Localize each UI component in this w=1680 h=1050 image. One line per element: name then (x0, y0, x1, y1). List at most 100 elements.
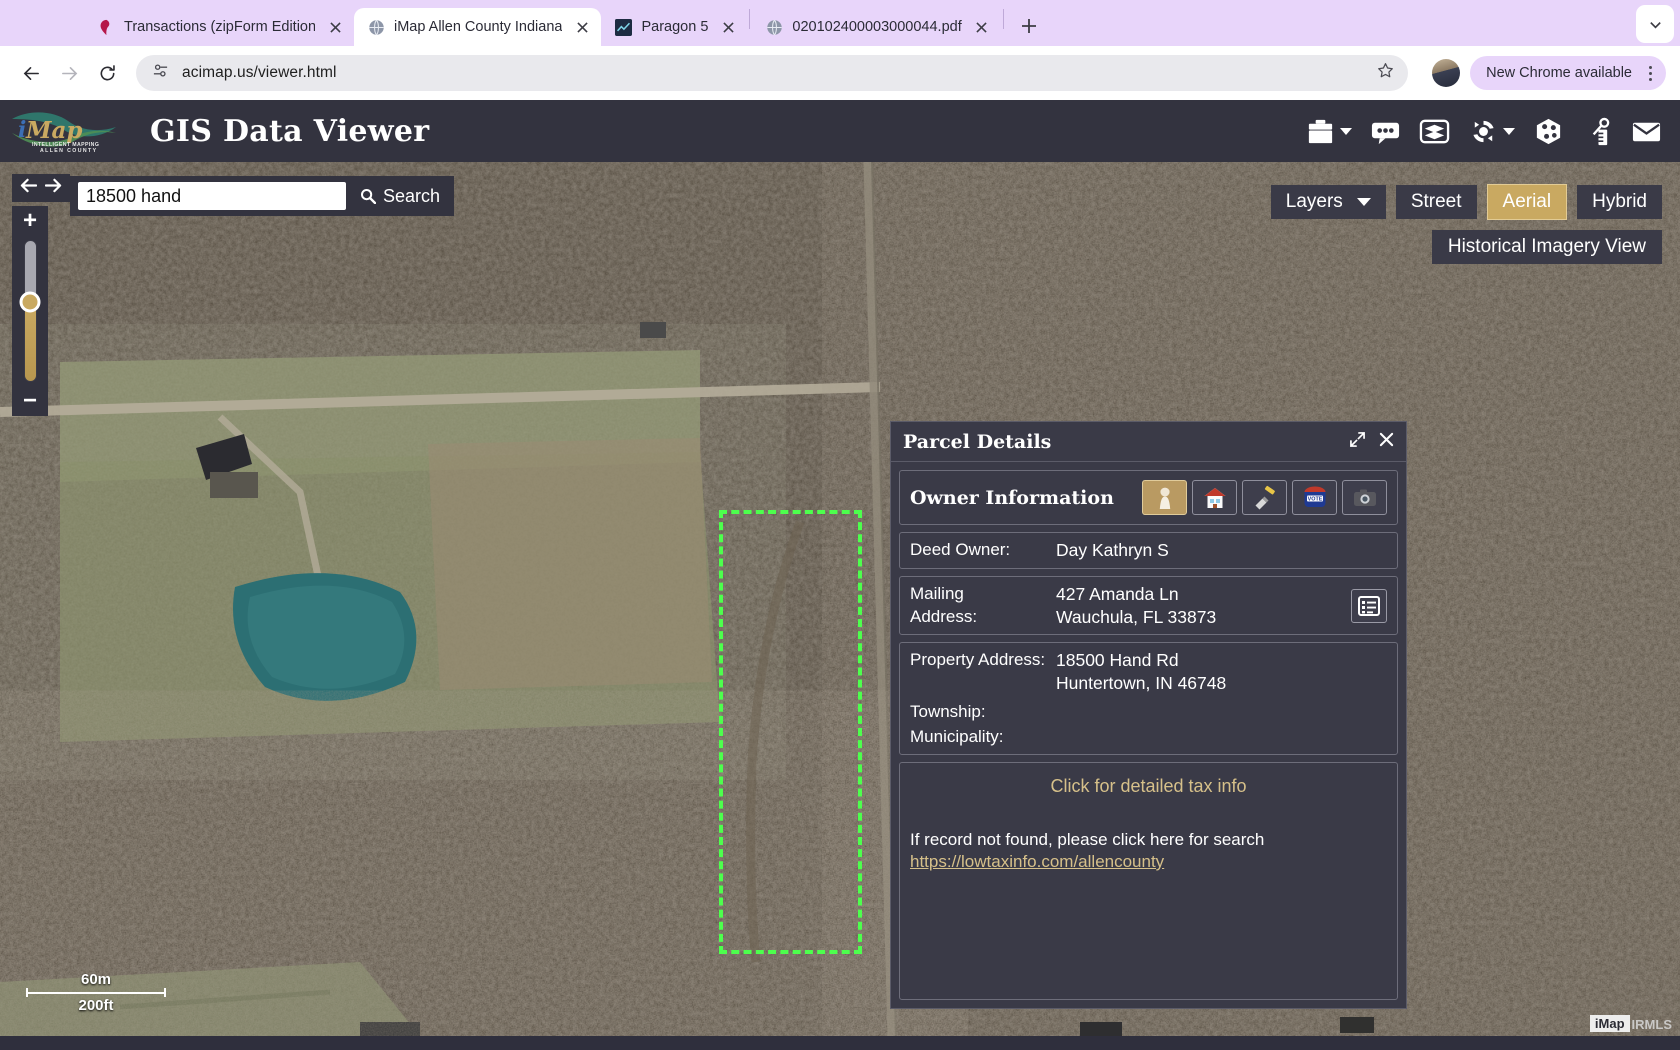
municipality-label: Municipality: (910, 726, 1056, 748)
map-navigation-controls: + − (12, 174, 70, 416)
imap-logo: i Map INTELLIGENT MAPPING ALLEN COUNTY (10, 107, 130, 155)
omnibox-row: acimap.us/viewer.html New Chrome availab… (0, 46, 1680, 100)
zoom-in-button[interactable]: + (12, 206, 48, 236)
owner-information-section: Owner Information VOTE (899, 470, 1398, 525)
chart-icon (615, 19, 632, 36)
chrome-update-button[interactable]: New Chrome available (1470, 56, 1666, 90)
sold-tab-button[interactable] (1242, 480, 1287, 515)
mailing-list-button[interactable] (1351, 589, 1387, 623)
tab-close-icon[interactable] (324, 16, 346, 38)
sync-button[interactable] (1468, 116, 1515, 147)
reload-button[interactable] (90, 56, 124, 90)
back-button[interactable] (14, 56, 48, 90)
panel-expand-button[interactable] (1350, 432, 1365, 452)
browser-tab-transactions[interactable]: Transactions (zipForm Edition (84, 8, 354, 46)
voting-tab-button[interactable]: VOTE (1292, 480, 1337, 515)
mailing-label-line2: Address: (910, 606, 1056, 628)
layers-button[interactable] (1419, 116, 1450, 147)
search-icon (360, 188, 376, 204)
property-address-value: 18500 Hand Rd Huntertown, IN 46748 (1056, 649, 1226, 695)
basemap-hybrid-button[interactable]: Hybrid (1577, 185, 1662, 219)
mailing-label-line1: Mailing (910, 583, 1056, 605)
photo-tab-button[interactable] (1342, 480, 1387, 515)
panel-header: Parcel Details (891, 422, 1406, 462)
zoom-control[interactable]: + − (12, 206, 48, 416)
pan-back-button[interactable] (20, 178, 37, 198)
forward-arrow-icon (60, 64, 79, 83)
search-input[interactable] (78, 182, 346, 210)
lowtaxinfo-link[interactable]: https://lowtaxinfo.com/allencounty (910, 852, 1164, 871)
window-list-button[interactable] (1636, 5, 1674, 43)
property-address-label: Property Address: (910, 649, 1056, 671)
layers-label: Layers (1286, 191, 1343, 213)
app-header: i Map INTELLIGENT MAPPING ALLEN COUNTY G… (0, 100, 1680, 162)
layers-dropdown-button[interactable]: Layers (1271, 185, 1386, 219)
chat-button[interactable] (1370, 116, 1401, 147)
map-viewport[interactable]: + − Search Layers Street Aerial Hybrid H… (0, 162, 1680, 1036)
parcel-details-panel: Parcel Details Owner Information (890, 421, 1407, 1009)
mailing-list-icon (1357, 594, 1381, 618)
township-label: Township: (910, 701, 1056, 723)
address-bar[interactable]: acimap.us/viewer.html (136, 55, 1408, 91)
tab-close-icon[interactable] (717, 16, 739, 38)
detailed-tax-info-link[interactable]: Click for detailed tax info (910, 776, 1387, 797)
forward-button[interactable] (52, 56, 86, 90)
zipform-icon (98, 19, 115, 36)
panel-body: Owner Information VOTE (891, 462, 1406, 1008)
site-settings-icon[interactable] (152, 62, 169, 84)
municipality-row: Municipality: (910, 726, 1387, 748)
pan-forward-button[interactable] (45, 178, 62, 198)
layers-icon (1419, 116, 1450, 147)
basemap-aerial-button[interactable]: Aerial (1487, 184, 1568, 220)
tab-close-icon[interactable] (971, 16, 993, 38)
historical-imagery-button[interactable]: Historical Imagery View (1432, 230, 1662, 264)
mail-button[interactable] (1631, 116, 1662, 147)
measure-button[interactable] (1582, 116, 1613, 147)
chevron-down-icon (1357, 198, 1371, 206)
browser-tab-paragon[interactable]: Paragon 5 (601, 8, 747, 46)
property-tab-button[interactable] (1192, 480, 1237, 515)
network-nodes-icon (1533, 116, 1564, 147)
new-tab-button[interactable] (1014, 11, 1044, 41)
profile-avatar[interactable] (1432, 59, 1460, 87)
township-row: Township: (910, 701, 1387, 723)
zoom-out-button[interactable]: − (12, 386, 48, 416)
envelope-icon (1631, 116, 1662, 147)
browser-tab-imap[interactable]: iMap Allen County Indiana (354, 8, 601, 46)
globe-icon (368, 19, 385, 36)
expand-arrows-icon (1350, 432, 1365, 447)
close-icon (1379, 432, 1394, 447)
property-info-section: Property Address: 18500 Hand Rd Hunterto… (899, 642, 1398, 755)
vote-badge-icon: VOTE (1302, 485, 1328, 511)
panel-close-button[interactable] (1379, 432, 1394, 452)
browser-tab-pdf[interactable]: 020102400003000044.pdf (752, 8, 1000, 46)
person-icon (1152, 485, 1178, 511)
network-button[interactable] (1533, 116, 1564, 147)
basemap-street-button[interactable]: Street (1396, 185, 1477, 219)
sold-sign-icon (1252, 485, 1278, 511)
bookmark-star-icon[interactable] (1377, 62, 1394, 84)
house-icon (1202, 485, 1228, 511)
tab-close-icon[interactable] (571, 16, 593, 38)
update-label: New Chrome available (1486, 65, 1632, 81)
pan-right-icon (45, 178, 62, 193)
tab-title: iMap Allen County Indiana (394, 19, 562, 35)
kebab-menu-icon[interactable] (1640, 66, 1660, 81)
browser-chrome: Transactions (zipForm Edition iMap Allen… (0, 0, 1680, 100)
chat-bubble-icon (1370, 116, 1401, 147)
map-scale-bar: 60m 200ft (26, 971, 166, 1014)
irmls-watermark-label: IRMLS (1632, 1017, 1672, 1032)
zoom-slider-track[interactable] (12, 236, 48, 386)
mailing-line2: Wauchula, FL 33873 (1056, 606, 1216, 629)
deed-owner-value: Day Kathryn S (1056, 539, 1169, 562)
tab-title: 020102400003000044.pdf (792, 19, 961, 35)
toolbox-button[interactable] (1305, 116, 1352, 147)
selected-parcel-outline (719, 510, 862, 954)
camera-icon (1352, 485, 1378, 511)
mailing-line1: 427 Amanda Ln (1056, 583, 1216, 606)
deed-owner-label: Deed Owner: (910, 539, 1056, 561)
header-icon-bar (1305, 116, 1662, 147)
search-button[interactable]: Search (360, 186, 440, 207)
owner-tab-button[interactable] (1142, 480, 1187, 515)
zoom-slider-thumb[interactable] (20, 292, 41, 313)
